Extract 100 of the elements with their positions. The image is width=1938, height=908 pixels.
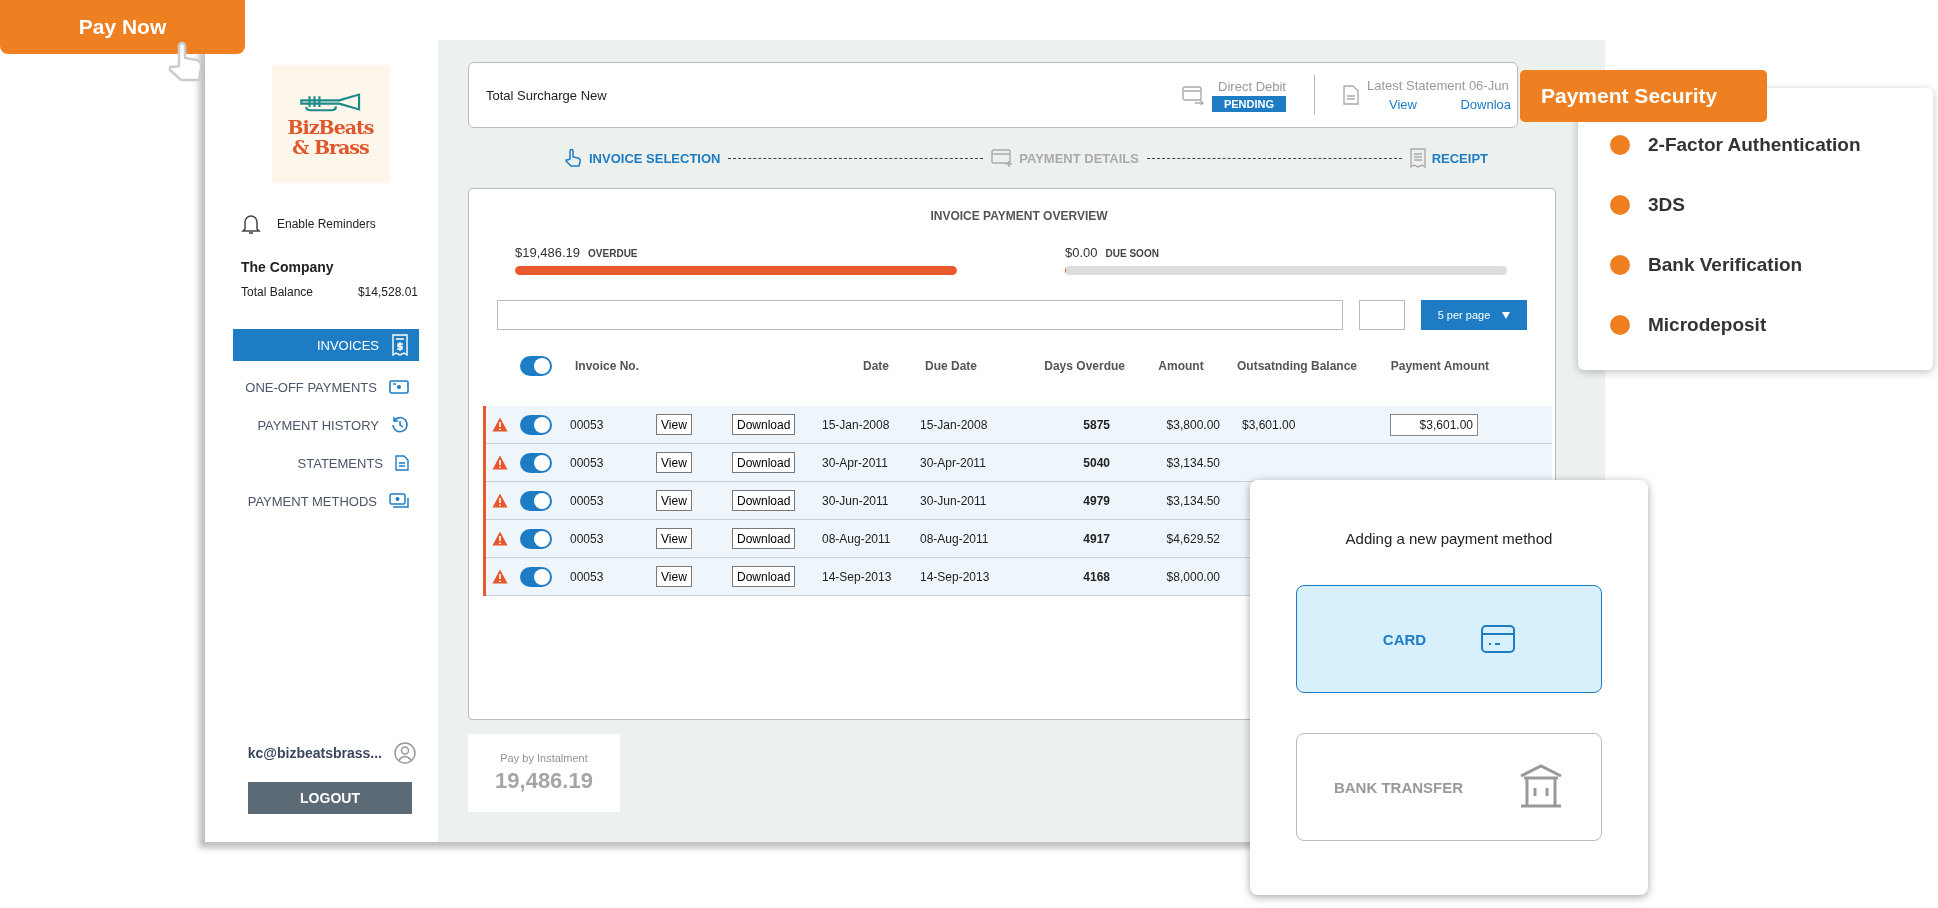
caret-icon: [1502, 311, 1511, 319]
date-cell-text: 14-Sep-2013: [822, 569, 893, 584]
days-overdue-cell-text: 4168: [1082, 569, 1111, 584]
document-icon: [395, 455, 409, 471]
receipt-icon: [391, 334, 409, 356]
view-button[interactable]: View: [656, 414, 692, 435]
column-header: Due Date: [925, 359, 978, 373]
nav-item[interactable]: PAYMENT METHODS: [233, 485, 419, 517]
invoice-number: 00053: [570, 569, 605, 584]
step[interactable]: RECEIPT: [1409, 148, 1488, 168]
payment-amount-field[interactable]: $3,601.00: [1390, 413, 1478, 436]
status-badge: PENDING: [1211, 95, 1286, 112]
toggle-switch[interactable]: [520, 356, 552, 376]
column-header: Days Overdue: [1043, 359, 1125, 373]
due-date-cell-text: 14-Sep-2013: [920, 569, 991, 584]
reminders-label[interactable]: Enable Reminders: [277, 217, 376, 231]
cut-off-link[interactable]: Downloa: [1460, 97, 1511, 112]
bell-icon[interactable]: [241, 213, 261, 235]
nav-item[interactable]: STATEMENTS: [233, 447, 419, 479]
due-date-cell-text: 08-Aug-2011: [920, 531, 990, 546]
column-header: Date: [862, 359, 890, 373]
column-header: Payment Amount: [1390, 359, 1489, 373]
meter-amount: $0.00: [1065, 245, 1098, 260]
view-link[interactable]: View: [1389, 97, 1417, 112]
warning-icon: [492, 531, 508, 546]
meter-label: OVERDUE: [588, 248, 638, 259]
download-button[interactable]: Download: [732, 414, 796, 435]
view-button[interactable]: View: [656, 566, 692, 587]
amount-cell-text: $4,629.52: [1165, 531, 1221, 546]
toggle-switch[interactable]: [520, 528, 552, 549]
due-date-cell-text: 30-Apr-2011: [920, 455, 987, 470]
debit-label: Direct Debit: [1218, 78, 1286, 94]
company-name: The Company: [241, 259, 335, 275]
balance-label: Total Balance: [241, 285, 314, 299]
document-icon: [1343, 85, 1359, 105]
instalment-label: Pay by Instalment: [500, 752, 588, 764]
download-button[interactable]: Download: [732, 452, 796, 473]
days-overdue-cell-text: 4979: [1082, 493, 1111, 508]
dialog-title: Adding a new payment method: [1345, 530, 1553, 547]
statement-label: Latest Statement 06-Jun: [1367, 78, 1510, 93]
overview-title: INVOICE PAYMENT OVERVIEW: [929, 209, 1109, 223]
nav-item[interactable]: PAYMENT HISTORY: [233, 409, 419, 441]
payment-option[interactable]: CARD: [1296, 585, 1602, 693]
due-date-cell-text: 30-Jun-2011: [920, 493, 988, 508]
column-header: Invoice No.: [575, 359, 640, 373]
security-feature: Bank Verification: [1648, 253, 1803, 276]
summary-title: Total Surcharge New: [486, 87, 607, 103]
date-cell-text: 30-Jun-2011: [822, 493, 890, 508]
date-cell-text: 30-Apr-2011: [822, 455, 889, 470]
warning-icon: [492, 569, 508, 584]
days-overdue-cell-text: 5040: [1082, 455, 1111, 470]
security-feature: Microdeposit: [1648, 313, 1767, 336]
search-field[interactable]: [497, 300, 1343, 330]
user-icon[interactable]: [394, 742, 416, 764]
security-feature: 2-Factor Authentication: [1648, 133, 1861, 156]
download-button[interactable]: Download: [732, 566, 796, 587]
nav-item[interactable]: INVOICES: [233, 329, 419, 361]
step[interactable]: INVOICE SELECTION: [563, 148, 721, 168]
date-cell-text: 08-Aug-2011: [822, 531, 892, 546]
days-overdue-cell-text: 4917: [1082, 531, 1111, 546]
instalment-amount: 19,486.19: [495, 768, 593, 794]
download-button[interactable]: Download: [732, 490, 796, 511]
card-icon: [1481, 625, 1516, 653]
user-email: kc@bizbeatsbrass...: [247, 745, 382, 761]
invoice-number: 00053: [570, 531, 605, 546]
history-icon: [391, 416, 409, 434]
banknotes-icon: [389, 493, 409, 509]
security-feature: 3DS: [1648, 193, 1685, 216]
security-title: Payment Security: [1520, 70, 1767, 122]
nav-item[interactable]: ONE-OFF PAYMENTS: [233, 371, 419, 403]
invoice-number: 00053: [570, 455, 605, 470]
logo-text: & Brass: [292, 137, 369, 157]
view-button[interactable]: View: [656, 490, 692, 511]
toggle-switch[interactable]: [520, 452, 552, 473]
toggle-switch[interactable]: [520, 566, 552, 587]
view-button[interactable]: View: [656, 452, 692, 473]
warning-icon: [492, 455, 508, 470]
receipt-icon: [1409, 148, 1426, 168]
card-icon: [1181, 85, 1204, 105]
amount-cell-text: $3,800.00: [1165, 417, 1221, 432]
cash-icon: [389, 380, 409, 394]
days-overdue-cell-text: 5875: [1082, 417, 1111, 432]
amount-cell-text: $8,000.00: [1165, 569, 1221, 584]
amount-cell-text: $3,134.50: [1165, 455, 1221, 470]
toggle-switch[interactable]: [520, 414, 552, 435]
view-button[interactable]: View: [656, 528, 692, 549]
per-page-dropdown[interactable]: 5 per page: [1421, 300, 1527, 330]
balance-value: $14,528.01: [357, 285, 418, 299]
warning-icon: [492, 417, 508, 432]
toggle-switch[interactable]: [520, 490, 552, 511]
card-icon: [991, 149, 1014, 167]
page-field[interactable]: [1359, 300, 1405, 330]
date-cell-text: 15-Jan-2008: [822, 417, 891, 432]
download-button[interactable]: Download: [732, 528, 796, 549]
due-date-cell-text: 15-Jan-2008: [920, 417, 989, 432]
balance-cell-text: $3,601.00: [1241, 417, 1297, 432]
logout-button[interactable]: LOGOUT: [248, 782, 412, 814]
column-header: Outsatnding Balance: [1237, 359, 1359, 373]
warning-icon: [492, 493, 508, 508]
invoice-number: 00053: [570, 417, 605, 432]
